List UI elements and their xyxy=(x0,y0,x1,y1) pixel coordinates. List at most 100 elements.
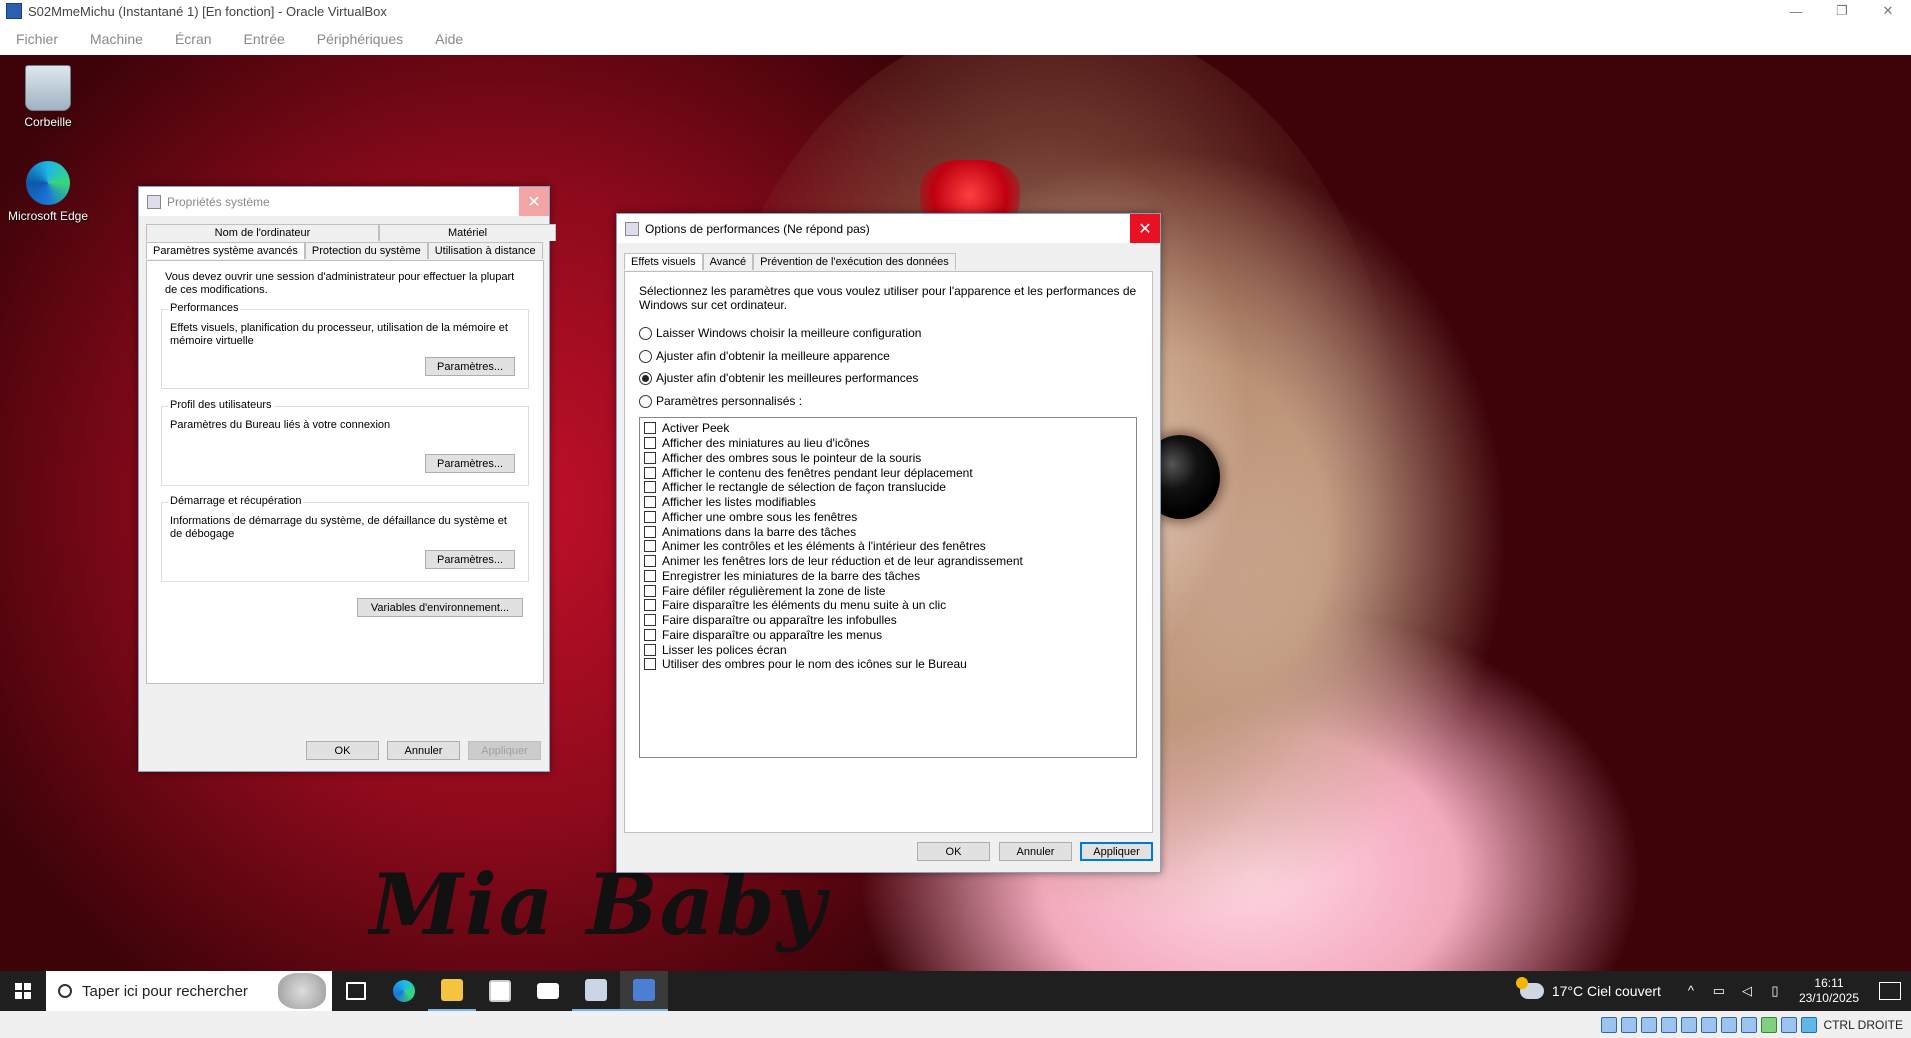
list-item[interactable]: Faire disparaître ou apparaître les info… xyxy=(640,613,1136,628)
keyboard-capture-icon[interactable] xyxy=(1801,1016,1818,1033)
checkbox[interactable] xyxy=(644,628,656,641)
radio-custom[interactable]: Paramètres personnalisés : xyxy=(639,394,802,408)
checkbox[interactable] xyxy=(644,643,656,656)
power-icon[interactable]: ▯ xyxy=(1767,983,1783,999)
list-item[interactable]: Enregistrer les miniatures de la barre d… xyxy=(640,569,1136,584)
taskbar-edge[interactable] xyxy=(380,971,428,1011)
network-adapter-icon[interactable] xyxy=(1661,1016,1678,1033)
taskbar-system-properties[interactable] xyxy=(572,971,620,1011)
audio-icon[interactable] xyxy=(1641,1016,1658,1033)
checkbox[interactable] xyxy=(644,466,656,479)
checkbox[interactable] xyxy=(644,599,656,612)
radio-button[interactable] xyxy=(639,326,652,340)
checkbox[interactable] xyxy=(644,496,656,509)
network-icon[interactable]: ▭ xyxy=(1711,983,1727,999)
list-item[interactable]: Animer les contrôles et les éléments à l… xyxy=(640,539,1136,554)
dialog-titlebar[interactable]: Propriétés système ✕ xyxy=(139,187,549,216)
checkbox[interactable] xyxy=(644,540,656,553)
radio-button[interactable] xyxy=(639,394,652,408)
list-item[interactable]: Animations dans la barre des tâches xyxy=(640,524,1136,539)
mouse-integration-icon[interactable] xyxy=(1781,1016,1798,1033)
close-button[interactable]: ✕ xyxy=(519,187,549,216)
ok-button[interactable]: OK xyxy=(917,842,990,861)
tab-advanced-settings[interactable]: Paramètres système avancés xyxy=(146,242,305,259)
guest-desktop[interactable]: Mia Baby Corbeille Microsoft Edge Propri… xyxy=(0,55,1911,971)
apply-button[interactable]: Appliquer xyxy=(468,741,541,760)
list-item[interactable]: Afficher une ombre sous les fenêtres xyxy=(640,510,1136,525)
notification-icon[interactable] xyxy=(1879,982,1901,1000)
checkbox[interactable] xyxy=(644,525,656,538)
radio-button[interactable] xyxy=(639,349,652,363)
recording-icon[interactable] xyxy=(1741,1016,1758,1033)
environment-variables-button[interactable]: Variables d'environnement... xyxy=(357,598,523,617)
list-item[interactable]: Faire disparaître les éléments du menu s… xyxy=(640,598,1136,613)
chevron-up-icon[interactable]: ^ xyxy=(1683,983,1699,999)
checkbox[interactable] xyxy=(644,569,656,582)
task-view-button[interactable] xyxy=(332,971,380,1011)
menu-entree[interactable]: Entrée xyxy=(228,31,301,47)
tab-dep[interactable]: Prévention de l'exécution des données xyxy=(753,253,956,270)
radio-best-performance[interactable]: Ajuster afin d'obtenir les meilleures pe… xyxy=(639,371,918,385)
volume-muted-icon[interactable]: ◁ xyxy=(1739,983,1755,999)
cancel-button[interactable]: Annuler xyxy=(999,842,1072,861)
checkbox[interactable] xyxy=(644,437,656,450)
checkbox[interactable] xyxy=(644,510,656,523)
list-item[interactable]: Animer les fenêtres lors de leur réducti… xyxy=(640,554,1136,569)
apply-button[interactable]: Appliquer xyxy=(1080,842,1153,861)
desktop-icon-recycle-bin[interactable]: Corbeille xyxy=(3,65,93,129)
taskbar-clock[interactable]: 16:11 23/10/2025 xyxy=(1799,976,1859,1006)
list-item[interactable]: Afficher le contenu des fenêtres pendant… xyxy=(640,465,1136,480)
tab-system-protection[interactable]: Protection du système xyxy=(304,242,428,259)
list-item[interactable]: Afficher des ombres sous le pointeur de … xyxy=(640,451,1136,466)
cancel-button[interactable]: Annuler xyxy=(387,741,460,760)
cpu-activity-icon[interactable] xyxy=(1761,1016,1778,1033)
radio-best-appearance[interactable]: Ajuster afin d'obtenir la meilleure appa… xyxy=(639,349,890,363)
start-button[interactable] xyxy=(0,971,46,1011)
list-item[interactable]: Activer Peek xyxy=(640,421,1136,436)
radio-button[interactable] xyxy=(639,371,652,385)
menu-peripheriques[interactable]: Périphériques xyxy=(301,31,419,47)
display-icon[interactable] xyxy=(1721,1016,1738,1033)
list-item[interactable]: Afficher des miniatures au lieu d'icônes xyxy=(640,436,1136,451)
list-item[interactable]: Utiliser des ombres pour le nom des icôn… xyxy=(640,657,1136,672)
list-item[interactable]: Faire défiler régulièrement la zone de l… xyxy=(640,583,1136,598)
list-item[interactable]: Faire disparaître ou apparaître les menu… xyxy=(640,628,1136,643)
desktop-icon-edge[interactable]: Microsoft Edge xyxy=(3,161,93,223)
checkbox[interactable] xyxy=(644,481,656,494)
visual-effects-list[interactable]: Activer Peek Afficher des miniatures au … xyxy=(639,417,1137,758)
performance-settings-button[interactable]: Paramètres... xyxy=(425,357,515,376)
list-item[interactable]: Afficher les listes modifiables xyxy=(640,495,1136,510)
shared-folders-icon[interactable] xyxy=(1701,1016,1718,1033)
optical-drive-icon[interactable] xyxy=(1621,1016,1638,1033)
hard-disk-icon[interactable] xyxy=(1601,1016,1618,1033)
taskbar-mail[interactable] xyxy=(524,971,572,1011)
tab-computer-name[interactable]: Nom de l'ordinateur xyxy=(146,224,379,241)
menu-fichier[interactable]: Fichier xyxy=(0,31,74,47)
list-item[interactable]: Afficher le rectangle de sélection de fa… xyxy=(640,480,1136,495)
menu-machine[interactable]: Machine xyxy=(74,31,159,47)
taskbar-file-explorer[interactable] xyxy=(428,971,476,1011)
minimize-button[interactable]: — xyxy=(1773,4,1819,19)
radio-let-windows-choose[interactable]: Laisser Windows choisir la meilleure con… xyxy=(639,326,921,340)
checkbox[interactable] xyxy=(644,614,656,627)
tab-advanced[interactable]: Avancé xyxy=(702,253,754,270)
dialog-titlebar[interactable]: Options de performances (Ne répond pas) … xyxy=(617,214,1160,243)
weather-widget[interactable]: 17°C Ciel couvert xyxy=(1515,977,1661,999)
taskbar-store[interactable] xyxy=(476,971,524,1011)
taskbar-performance-options[interactable] xyxy=(620,971,668,1011)
tab-remote[interactable]: Utilisation à distance xyxy=(427,242,543,259)
list-item[interactable]: Lisser les polices écran xyxy=(640,642,1136,657)
menu-ecran[interactable]: Écran xyxy=(159,31,228,47)
usb-icon[interactable] xyxy=(1681,1016,1698,1033)
checkbox[interactable] xyxy=(644,451,656,464)
checkbox[interactable] xyxy=(644,422,656,435)
checkbox[interactable] xyxy=(644,584,656,597)
menu-aide[interactable]: Aide xyxy=(419,31,479,47)
checkbox[interactable] xyxy=(644,658,656,671)
taskbar-search[interactable]: Taper ici pour rechercher xyxy=(46,971,332,1011)
tab-visual-effects[interactable]: Effets visuels xyxy=(624,253,703,270)
tab-hardware[interactable]: Matériel xyxy=(379,224,556,241)
user-profiles-settings-button[interactable]: Paramètres... xyxy=(425,454,515,473)
restore-button[interactable]: ❐ xyxy=(1819,3,1865,19)
close-button[interactable]: ✕ xyxy=(1130,214,1160,243)
